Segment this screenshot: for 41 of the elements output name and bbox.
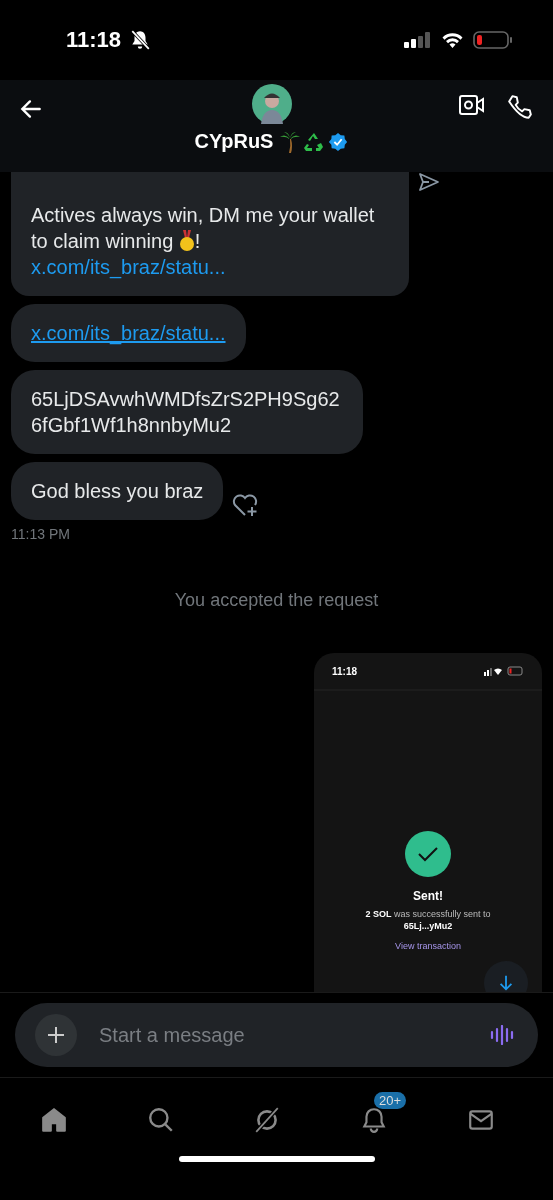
medal-icon	[178, 230, 195, 252]
status-time: 11:18	[66, 27, 122, 53]
screenshot-attachment[interactable]: 11:18 Sent! 2 SOL was successfully sent to 65Lj...yMu2 View transaction	[314, 653, 542, 992]
status-icons-drawing	[484, 666, 524, 676]
bell-off-icon	[129, 29, 152, 51]
system-message: You accepted the request	[174, 590, 379, 611]
success-check-icon	[405, 831, 451, 877]
sent-description: 2 SOL was successfully sent to	[365, 909, 491, 919]
avatar-icon[interactable]	[251, 84, 292, 124]
phone-icon[interactable]	[507, 94, 533, 120]
message-composer[interactable]: Start a message	[15, 1003, 538, 1067]
arrow-down-icon	[497, 974, 515, 992]
slashed-circle-icon	[253, 1106, 282, 1134]
bell-tab[interactable]: 20+	[356, 1092, 411, 1134]
view-transaction-link: View transaction	[395, 941, 461, 951]
scroll-down-button[interactable]	[484, 961, 528, 992]
signal-icon	[404, 32, 432, 48]
wifi-icon	[440, 31, 465, 49]
verified-badge-icon	[328, 131, 349, 152]
message-bubble: Actives always win, DM me your wallet to claim winning ! x.com/its_braz/statu...	[11, 172, 409, 296]
notification-count: 20+	[374, 1092, 407, 1109]
add-button[interactable]	[35, 1014, 77, 1056]
send-icon[interactable]	[417, 172, 441, 192]
link-message-bubble[interactable]: x.com/its_braz/statu...	[11, 304, 246, 362]
heart-plus-icon[interactable]	[231, 492, 260, 518]
video-call-icon[interactable]	[459, 94, 485, 116]
message-input-field[interactable]: Start a message	[97, 1022, 470, 1048]
status-link[interactable]: x.com/its_braz/statu...	[31, 256, 226, 278]
message-bubble: 65LjDSAvwhWMDfsZrS2PH9Sg626fGbf1Wf1h8nnbyMu2	[11, 370, 363, 454]
contact-name: CYpRuS	[194, 130, 274, 153]
search-icon	[146, 1106, 175, 1134]
palm-tree-icon	[280, 130, 301, 153]
battery-icon	[473, 31, 513, 49]
sent-title: Sent!	[413, 889, 443, 903]
plus-icon	[46, 1025, 66, 1045]
message-timestamp: 11:13 PM	[11, 526, 71, 542]
message-bubble: God bless you braz	[11, 462, 224, 520]
home-icon	[40, 1106, 69, 1134]
status-time: 11:18	[332, 665, 358, 677]
recipient-address: 65Lj...yMu2	[403, 921, 453, 931]
voice-icon[interactable]	[490, 1025, 514, 1045]
